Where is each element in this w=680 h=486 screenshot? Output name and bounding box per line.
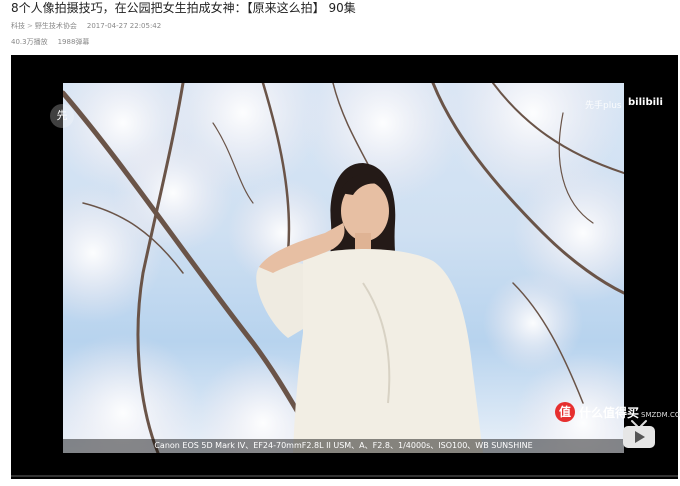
video-title: 8个人像拍摄技巧，在公园把女生拍成女神：【原来这么拍】 90集 <box>11 1 356 15</box>
site-brand-name: 什么值得买 <box>579 405 640 420</box>
danmaku-count: 1988弹幕 <box>57 38 90 46</box>
bilibili-watermark: bilibili <box>628 97 663 108</box>
subcategory-link[interactable]: 野生技术协会 <box>35 22 77 30</box>
video-frame[interactable]: Canon EOS 5D Mark IV、EF24-70mmF2.8L II U… <box>63 83 624 453</box>
site-brand-url: SMZDM.COM <box>641 410 680 419</box>
channel-watermark: 先手plus <box>585 101 622 111</box>
video-stats-row: 40.3万播放 1988弹幕 <box>11 37 89 47</box>
site-brand-watermark: 值 什么值得买SMZDM.COM <box>555 402 680 422</box>
progress-bar[interactable] <box>11 475 678 477</box>
exif-caption: Canon EOS 5D Mark IV、EF24-70mmF2.8L II U… <box>63 439 624 453</box>
video-frame-illustration <box>63 83 624 453</box>
channel-logo-watermark: 先 <box>50 104 74 128</box>
tv-play-icon[interactable] <box>622 419 656 449</box>
video-meta-row: 科技 > 野生技术协会 2017-04-27 22:05:42 <box>11 22 162 30</box>
smzdm-logo-icon: 值 <box>555 402 575 422</box>
publish-time: 2017-04-27 22:05:42 <box>86 22 162 30</box>
category-link[interactable]: 科技 <box>11 22 25 30</box>
view-count: 40.3万播放 <box>11 38 48 46</box>
